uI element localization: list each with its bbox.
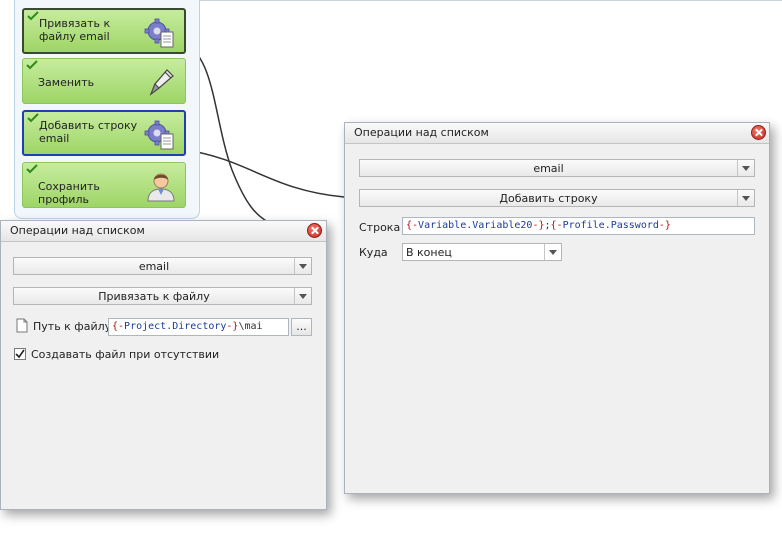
panel-title: Операции над списком [354,126,489,139]
file-icon [16,318,28,333]
path-label: Путь к файлу [33,320,112,333]
operation-select[interactable]: Добавить строку [359,189,755,207]
create-file-checkbox[interactable] [14,348,26,360]
where-select[interactable]: В конец [402,243,562,261]
panel-title-bar: Операции над списком [345,123,769,144]
gear-document-icon [144,18,174,48]
check-icon [27,11,39,21]
chevron-down-icon[interactable] [737,190,754,206]
operation-select[interactable]: Привязать к файлу [13,287,312,305]
node-label: Сохранить профиль [38,180,100,206]
connector-add-line [185,149,345,198]
node-replace[interactable]: Заменить [22,58,186,104]
checkmark-icon [15,349,25,359]
node-bind-to-file[interactable]: Привязать к файлу email [22,8,186,54]
panel-title-bar: Операции над списком [1,221,326,242]
check-icon [26,164,38,174]
line-input[interactable]: {-Variable.Variable20-};{-Profile.Passwo… [402,217,755,235]
where-label: Куда [359,246,388,259]
list-select[interactable]: email [359,159,755,177]
right-list-operations-panel: Операции над списком email Добавить стро… [344,122,770,494]
check-icon [26,60,38,70]
panel-title: Операции над списком [10,224,145,237]
gear-document-icon [144,120,174,150]
chevron-down-icon[interactable] [737,160,754,176]
user-profile-icon [147,173,175,202]
path-input[interactable]: {-Project.Directory-}\mai [108,318,289,336]
close-icon[interactable] [307,223,322,238]
node-save-profile[interactable]: Сохранить профиль [22,162,186,208]
pen-icon [149,69,174,96]
chevron-down-icon[interactable] [544,244,561,260]
check-icon [27,113,39,123]
node-label: Добавить строку email [39,119,138,145]
node-label: Заменить [38,76,95,89]
node-add-line[interactable]: Добавить строку email [22,110,186,156]
node-label: Привязать к файлу email [39,17,111,43]
browse-button[interactable]: ... [291,318,312,336]
chevron-down-icon[interactable] [294,288,311,304]
line-label: Строка [359,221,401,234]
close-icon[interactable] [751,125,766,140]
create-file-label: Создавать файл при отсутствии [31,348,220,361]
list-select[interactable]: email [13,257,312,275]
canvas-top-border [196,0,782,1]
chevron-down-icon[interactable] [294,258,311,274]
left-list-operations-panel: Операции над списком email Привязать к ф… [0,220,327,510]
